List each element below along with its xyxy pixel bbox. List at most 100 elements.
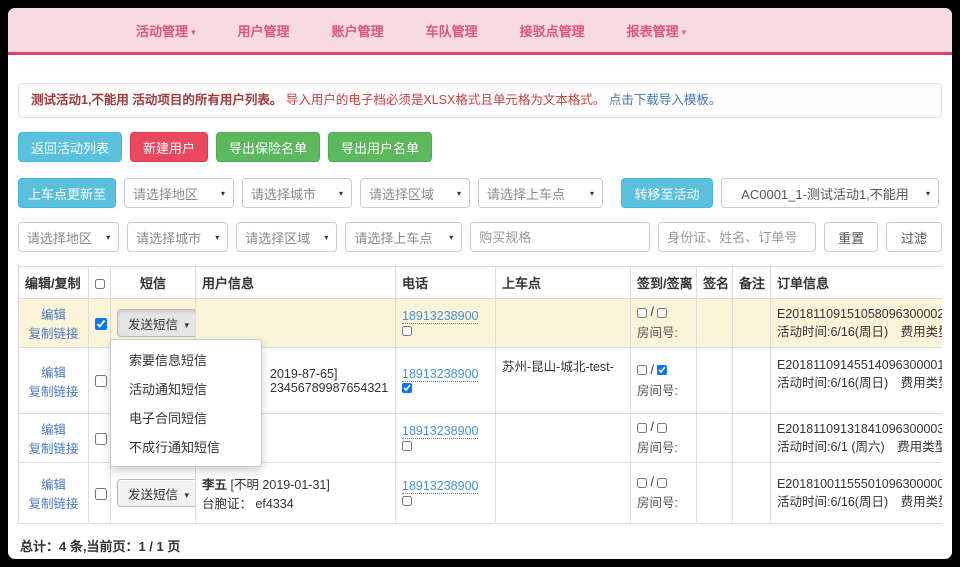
- edit-link[interactable]: 编辑: [25, 362, 82, 381]
- menu-item-activity-notice-sms[interactable]: 活动通知短信: [111, 374, 261, 403]
- phone-link[interactable]: 18913238900: [402, 479, 478, 494]
- keyword-search-input[interactable]: [658, 222, 816, 252]
- filter-city-select[interactable]: 请选择城市▾: [127, 222, 228, 252]
- chevron-down-icon: ▾: [221, 189, 225, 198]
- phone-link[interactable]: 18913238900: [402, 309, 478, 324]
- back-to-activity-list-button[interactable]: 返回活动列表: [18, 132, 122, 162]
- chevron-down-icon: ▾: [926, 189, 930, 198]
- row-checkbox[interactable]: [95, 488, 107, 500]
- menu-item-request-info-sms[interactable]: 索要信息短信: [111, 345, 261, 374]
- send-sms-button[interactable]: 发送短信 ▾: [117, 309, 196, 337]
- pickup-transfer-row: 上车点更新至 请选择地区▾ 请选择城市▾ 请选择区域▾ 请选择上车点▾ 转移至活…: [18, 178, 942, 208]
- nav-item-report-mgmt[interactable]: 报表管理▾: [627, 21, 687, 40]
- copy-link[interactable]: 复制链接: [25, 323, 82, 342]
- pickup-point-select[interactable]: 请选择上车点▾: [478, 178, 603, 208]
- send-sms-button[interactable]: 发送短信 ▾: [117, 479, 196, 507]
- sign-cell: [697, 299, 733, 348]
- phone-checkbox[interactable]: [402, 326, 412, 336]
- col-header-checkin: 签到/签离: [631, 267, 697, 299]
- copy-link[interactable]: 复制链接: [25, 493, 82, 512]
- phone-checkbox[interactable]: [402, 441, 412, 451]
- note-cell: [733, 414, 771, 463]
- edit-link[interactable]: 编辑: [25, 419, 82, 438]
- phone-link[interactable]: 18913238900: [402, 424, 478, 439]
- order-detail: 活动时间:6/1 (周六) 费用类型: [777, 438, 942, 456]
- chevron-down-icon: ▾: [590, 189, 594, 198]
- filter-area-select[interactable]: 请选择区域▾: [236, 222, 337, 252]
- checkout-checkbox[interactable]: [657, 365, 667, 375]
- room-label: 房间号:: [637, 492, 690, 511]
- table-header-row: 编辑/复制 短信 用户信息 电话 上车点 签到/签离 签名 备注 订单信息: [19, 267, 943, 299]
- city-select[interactable]: 请选择城市▾: [242, 178, 352, 208]
- checkin-checkbox[interactable]: [637, 308, 647, 318]
- checkin-checkbox[interactable]: [637, 365, 647, 375]
- export-insurance-button[interactable]: 导出保险名单: [216, 132, 320, 162]
- row-checkbox[interactable]: [95, 318, 107, 330]
- col-header-order: 订单信息: [771, 267, 943, 299]
- area-select[interactable]: 请选择区域▾: [360, 178, 470, 208]
- new-user-button[interactable]: 新建用户: [130, 132, 208, 162]
- phone-checkbox[interactable]: [402, 383, 412, 393]
- col-header-sign: 签名: [697, 267, 733, 299]
- nav-item-account-mgmt[interactable]: 账户管理: [332, 21, 384, 40]
- checkout-checkbox[interactable]: [657, 423, 667, 433]
- export-users-button[interactable]: 导出用户名单: [328, 132, 432, 162]
- checkout-checkbox[interactable]: [657, 308, 667, 318]
- col-header-user: 用户信息: [196, 267, 396, 299]
- chevron-down-icon: ▾: [215, 233, 219, 242]
- checkout-checkbox[interactable]: [657, 478, 667, 488]
- menu-item-e-contract-sms[interactable]: 电子合同短信: [111, 403, 261, 432]
- pagination-summary: 总计：4 条,当前页：1 / 1 页: [18, 524, 942, 559]
- reset-button[interactable]: 重置: [824, 222, 878, 252]
- chevron-down-icon: ▾: [191, 27, 196, 38]
- menu-item-cancel-notice-sms[interactable]: 不成行通知短信: [111, 432, 261, 461]
- filter-pickup-select[interactable]: 请选择上车点▾: [345, 222, 462, 252]
- filter-button[interactable]: 过滤: [886, 222, 942, 252]
- nav-item-activity-mgmt[interactable]: 活动管理▾: [136, 21, 196, 40]
- chevron-down-icon: ▾: [457, 189, 461, 198]
- nav-item-shuttle-point-mgmt[interactable]: 接驳点管理: [520, 21, 585, 40]
- chevron-down-icon: ▾: [106, 233, 110, 242]
- sign-cell: [697, 463, 733, 524]
- room-label: 房间号:: [637, 322, 690, 341]
- col-header-sms: 短信: [111, 267, 196, 299]
- copy-link[interactable]: 复制链接: [25, 438, 82, 457]
- download-template-link[interactable]: 点击下载导入模板。: [609, 93, 722, 107]
- update-pickup-button[interactable]: 上车点更新至: [18, 178, 116, 208]
- alert-banner: 测试活动1,不能用 活动项目的所有用户列表。 导入用户的电子档必须是XLSX格式…: [18, 83, 942, 118]
- user-info: 李五: [202, 478, 227, 492]
- nav-item-user-mgmt[interactable]: 用户管理: [238, 21, 290, 40]
- checkin-checkbox[interactable]: [637, 423, 647, 433]
- phone-checkbox[interactable]: [402, 496, 412, 506]
- edit-link[interactable]: 编辑: [25, 304, 82, 323]
- pickup-cell: 苏州-昆山-城北-test-: [496, 348, 631, 414]
- region-select[interactable]: 请选择地区▾: [124, 178, 234, 208]
- row-checkbox[interactable]: [95, 433, 107, 445]
- pickup-cell: [496, 414, 631, 463]
- col-header-phone: 电话: [396, 267, 496, 299]
- order-id: E201810011555010963000003: [777, 475, 942, 493]
- nav-item-fleet-mgmt[interactable]: 车队管理: [426, 21, 478, 40]
- note-cell: [733, 463, 771, 524]
- edit-link[interactable]: 编辑: [25, 474, 82, 493]
- chevron-down-icon: ▾: [185, 320, 190, 331]
- sms-dropdown-menu: 索要信息短信 活动通知短信 电子合同短信 不成行通知短信: [110, 339, 262, 467]
- phone-link[interactable]: 18913238900: [402, 367, 478, 382]
- col-header-note: 备注: [733, 267, 771, 299]
- app-window: 活动管理▾ 用户管理 账户管理 车队管理 接驳点管理 报表管理▾ 测试活动1,不…: [8, 8, 952, 559]
- order-id: E201811091455140963000019: [777, 356, 942, 374]
- spec-search-input[interactable]: [470, 222, 650, 252]
- chevron-down-icon: ▾: [449, 233, 453, 242]
- row-checkbox[interactable]: [95, 375, 107, 387]
- activity-select[interactable]: AC0001_1-测试活动1,不能用▾: [721, 178, 939, 208]
- note-cell: [733, 299, 771, 348]
- action-button-row: 返回活动列表 新建用户 导出保险名单 导出用户名单: [18, 132, 942, 162]
- order-detail: 活动时间:6/16(周日) 费用类型: [777, 323, 942, 341]
- transfer-to-activity-button[interactable]: 转移至活动: [621, 178, 713, 208]
- checkin-checkbox[interactable]: [637, 478, 647, 488]
- chevron-down-icon: ▾: [185, 490, 190, 501]
- filter-row: 请选择地区▾ 请选择城市▾ 请选择区域▾ 请选择上车点▾ 重置 过滤: [18, 222, 942, 252]
- filter-region-select[interactable]: 请选择地区▾: [18, 222, 119, 252]
- select-all-checkbox[interactable]: [95, 279, 105, 289]
- copy-link[interactable]: 复制链接: [25, 381, 82, 400]
